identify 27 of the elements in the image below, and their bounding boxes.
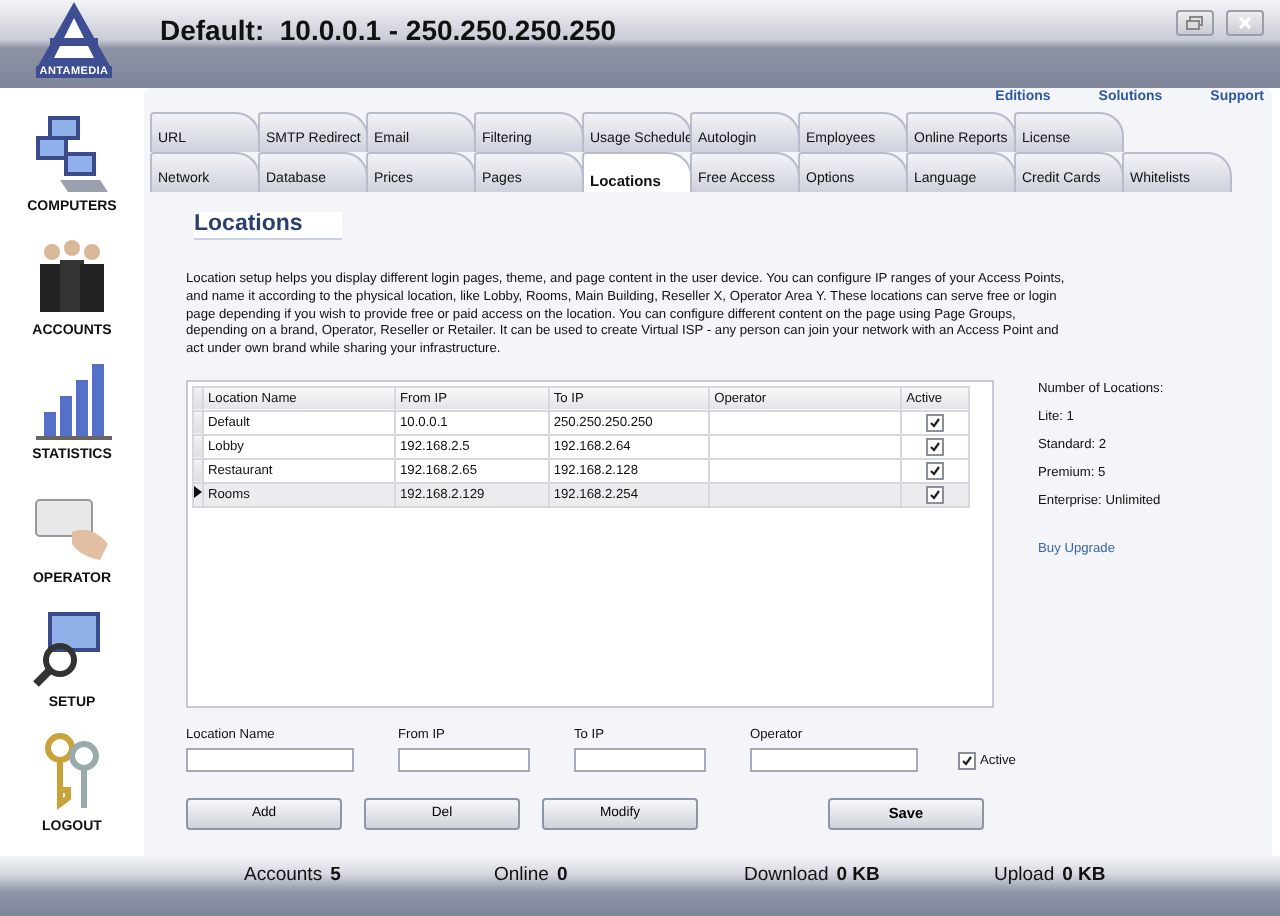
computers-icon: [32, 112, 112, 196]
input-field[interactable]: [574, 747, 706, 772]
input-field[interactable]: [186, 747, 354, 772]
status-value: 5: [330, 864, 341, 886]
input-field[interactable]: [398, 747, 530, 772]
checkbox[interactable]: [926, 413, 945, 432]
status-label: Online: [494, 864, 549, 886]
checkbox[interactable]: [926, 437, 945, 456]
row-header[interactable]: [193, 482, 203, 507]
status-label: Download: [744, 864, 829, 886]
status-label: Upload: [994, 864, 1055, 886]
input-field[interactable]: [750, 747, 918, 772]
status-value: 0 KB: [1062, 864, 1106, 886]
status-label: Accounts: [244, 864, 323, 886]
close-button[interactable]: [1226, 10, 1264, 36]
window-title: Default: 10.0.0.1 - 250.250.250.250: [160, 14, 617, 46]
checkbox[interactable]: [958, 751, 976, 770]
status-value: 0 KB: [836, 864, 880, 886]
checkbox[interactable]: [926, 485, 945, 504]
status-value: 0: [556, 864, 568, 886]
restore-icon: [1186, 16, 1204, 30]
checkbox[interactable]: [926, 461, 945, 480]
logo-icon: [34, 0, 114, 68]
restore-button[interactable]: [1176, 10, 1214, 36]
page-heading: Locations: [194, 212, 343, 240]
close-icon: [1238, 16, 1252, 30]
bar-chart-icon: [32, 360, 112, 444]
